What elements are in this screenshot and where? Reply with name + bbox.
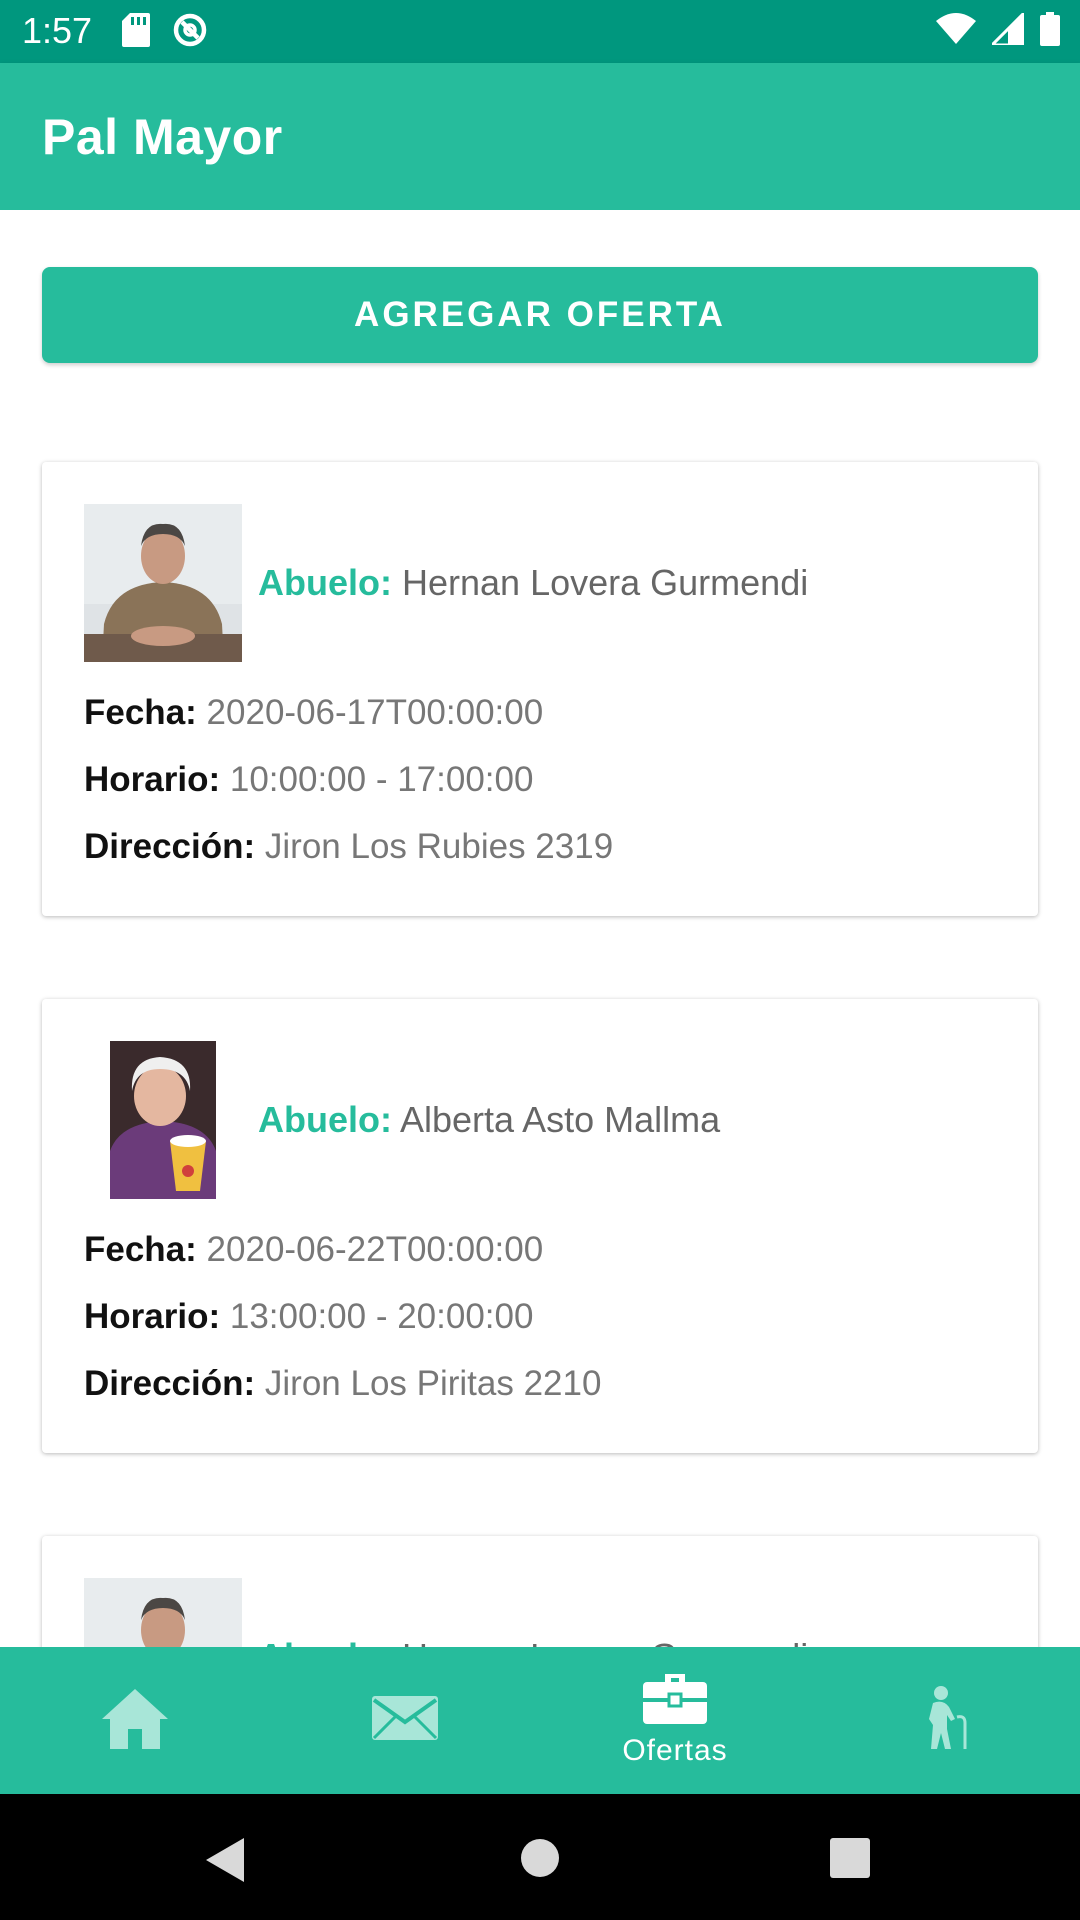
offer-card[interactable]: Abuelo: Alberta Asto Mallma Fecha: 2020-…	[42, 999, 1038, 1453]
home-circle-icon[interactable]	[520, 1838, 560, 1883]
offers-list[interactable]: AGREGAR OFERTA Abuelo: Hernan Lovera Gur…	[0, 210, 1080, 1647]
sd-card-icon	[122, 13, 150, 52]
offer-schedule: Horario: 13:00:00 - 20:00:00	[84, 1297, 534, 1336]
home-icon	[102, 1687, 168, 1754]
grandparent-photo	[84, 504, 242, 662]
nav-offers[interactable]: Ofertas	[540, 1647, 810, 1794]
add-offer-button[interactable]: AGREGAR OFERTA	[42, 267, 1038, 363]
offer-address: Dirección: Jiron Los Rubies 2319	[84, 827, 614, 866]
grandparent-photo	[84, 1578, 242, 1647]
grandparent-name: Abuelo: Alberta Asto Mallma	[258, 1099, 721, 1140]
grandparent-name: Abuelo: Hernan Lovera Gurmendi	[258, 562, 809, 603]
nav-offers-label: Ofertas	[622, 1734, 728, 1767]
nav-home[interactable]	[0, 1647, 270, 1794]
offer-card[interactable]: Abuelo: Hernan Lovera Gurmendi	[42, 1536, 1038, 1647]
offer-schedule: Horario: 10:00:00 - 17:00:00	[84, 760, 534, 799]
wifi-icon	[936, 13, 976, 50]
offer-date: Fecha: 2020-06-17T00:00:00	[84, 693, 544, 732]
mail-icon	[372, 1696, 438, 1745]
briefcase-icon	[643, 1672, 707, 1729]
bottom-navigation: Ofertas	[0, 1647, 1080, 1794]
app-bar: Pal Mayor	[0, 63, 1080, 210]
back-icon[interactable]	[206, 1838, 244, 1887]
grandparent-name: Abuelo: Hernan Lovera Gurmendi	[258, 1636, 808, 1647]
nav-messages[interactable]	[270, 1647, 540, 1794]
status-time: 1:57	[22, 10, 93, 51]
offer-date: Fecha: 2020-06-22T00:00:00	[84, 1230, 544, 1269]
signal-icon	[988, 9, 1026, 50]
app-title: Pal Mayor	[42, 109, 283, 165]
grandparent-photo	[110, 1041, 216, 1199]
offer-address: Dirección: Jiron Los Piritas 2210	[84, 1364, 602, 1403]
battery-icon	[1040, 12, 1060, 51]
status-bar: 1:57	[0, 0, 1080, 63]
nav-elderly[interactable]	[810, 1647, 1080, 1794]
offer-card[interactable]: Abuelo: Hernan Lovera Gurmendi Fecha: 20…	[42, 462, 1038, 916]
system-navigation-bar	[0, 1794, 1080, 1920]
sync-disabled-icon	[172, 12, 208, 53]
recents-icon[interactable]	[830, 1838, 870, 1883]
elderly-icon	[921, 1685, 969, 1756]
